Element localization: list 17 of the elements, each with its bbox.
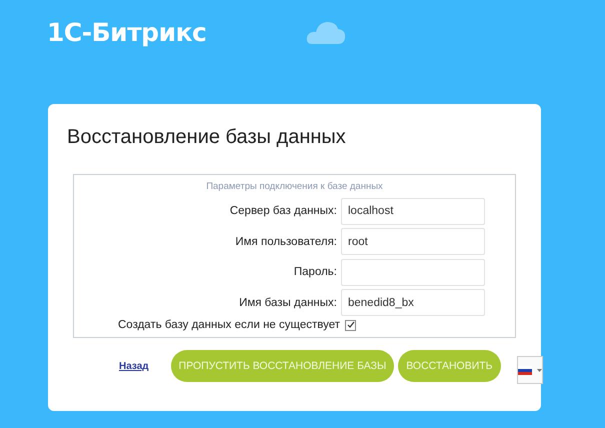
input-field[interactable]: localhost [341,198,485,225]
logo-text: 1С-Битрикс [47,18,206,46]
field-label: Имя базы данных: [238,296,338,309]
input-field[interactable]: benedid8_bx [341,289,485,316]
checkbox[interactable] [345,320,356,330]
language-dropdown[interactable] [516,356,543,384]
field-label: Пароль: [292,266,338,278]
field-label: Имя пользователя: [234,236,338,248]
page-title: Восстановление базы данных [67,126,347,150]
field-label: Сервер баз данных: [228,205,338,218]
caret-icon [536,368,542,372]
back-link[interactable]: Назад [119,360,149,372]
input-field[interactable]: root [341,228,485,256]
input-field[interactable] [341,258,485,286]
fieldset-legend: Параметры подключения к базе данных [74,181,515,192]
checkbox-label: Создать базу данных если не существует [118,319,340,331]
cloud-icon [306,19,346,45]
